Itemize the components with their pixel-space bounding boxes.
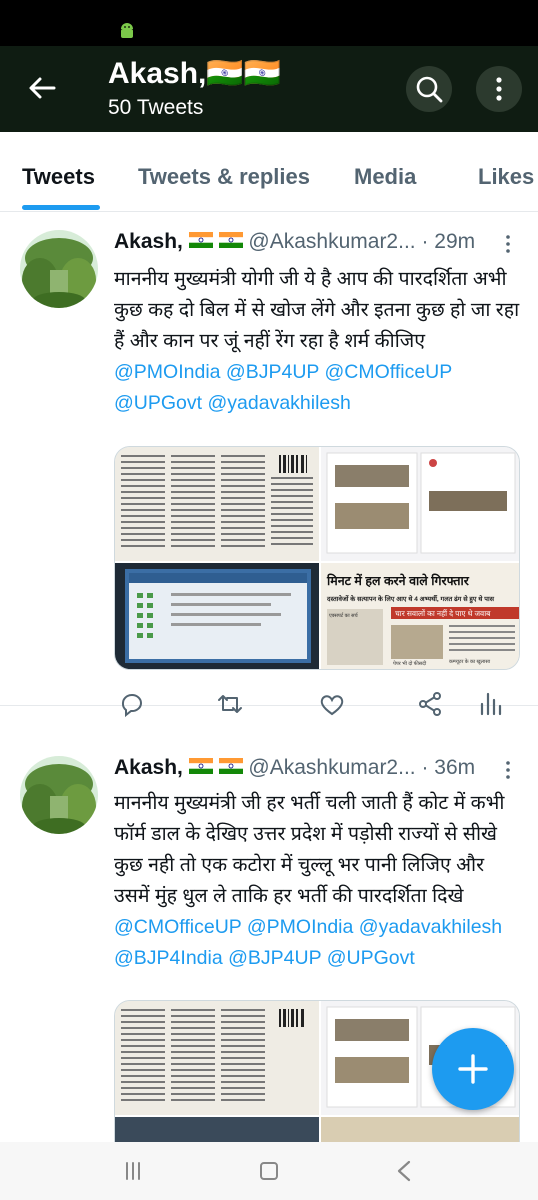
reply-icon[interactable] — [118, 690, 146, 718]
tweet-more-icon[interactable] — [496, 232, 520, 256]
back-button[interactable] — [22, 68, 62, 108]
mention-link[interactable]: @yadavakhilesh — [359, 916, 502, 938]
tweet-time[interactable]: 36m — [434, 756, 475, 779]
tweet-handle[interactable]: @Akashkumar2... — [248, 756, 415, 779]
like-icon[interactable] — [318, 690, 346, 718]
india-flag-icon — [218, 756, 243, 780]
mention-link[interactable]: @BJP4UP — [226, 361, 319, 383]
share-icon[interactable] — [416, 690, 444, 718]
search-icon — [416, 76, 443, 103]
mention-link[interactable]: @PMOIndia — [114, 361, 221, 383]
more-options-button[interactable] — [476, 66, 522, 112]
tab-tweets[interactable]: Tweets — [22, 164, 95, 190]
mention-link[interactable]: @CMOfficeUP — [114, 916, 241, 938]
active-tab-indicator — [22, 205, 100, 210]
india-flag-icon — [188, 230, 213, 254]
search-button[interactable] — [406, 66, 452, 112]
mention-link[interactable]: @UPGovt — [114, 392, 202, 414]
home-icon[interactable] — [254, 1156, 284, 1186]
tweet-header: Akash, @Akashkumar2... · 36m — [114, 756, 476, 780]
newspaper-clippings: मिनट में हल करने वाले गिरफ्तार दस्तावेजो… — [115, 447, 519, 669]
tweet-handle[interactable]: @Akashkumar2... — [248, 230, 415, 253]
avatar[interactable] — [20, 756, 98, 834]
system-nav-bar — [0, 1142, 538, 1200]
small-caption-text: कम्प्यूटर के का खुलासा — [449, 658, 491, 665]
tweet-count: 50 Tweets — [108, 96, 204, 119]
back-nav-icon[interactable] — [390, 1156, 420, 1186]
retweet-icon[interactable] — [216, 690, 244, 718]
status-bar — [0, 0, 538, 46]
mention-link[interactable]: @BJP4UP — [228, 947, 321, 969]
tweet-actions — [114, 690, 514, 720]
red-headline-text: चार सवालों का नहीं दे पाए थे जवाब — [395, 609, 491, 618]
tab-media[interactable]: Media — [354, 164, 416, 190]
profile-name: Akash,🇮🇳🇮🇳 — [108, 57, 282, 90]
tweet[interactable]: Akash, @Akashkumar2... · 29m माननीय मुख्… — [0, 212, 538, 718]
mention-link[interactable]: @CMOfficeUP — [324, 361, 451, 383]
tweet-author-name[interactable]: Akash, — [114, 230, 183, 253]
tweet-text: माननीय मुख्यमंत्री योगी जी ये है आप की प… — [114, 268, 520, 414]
tweet-time[interactable]: 29m — [434, 230, 475, 253]
avatar[interactable] — [20, 230, 98, 308]
compose-tweet-button[interactable] — [432, 1028, 514, 1110]
more-vertical-icon — [496, 77, 502, 101]
analytics-icon[interactable] — [476, 690, 504, 718]
tweet-author-name[interactable]: Akash, — [114, 756, 183, 779]
subheadline-text: दस्तावेजों के सत्यापन के लिए आए थे 4 अभ्… — [326, 595, 495, 604]
india-flag-icon — [188, 756, 213, 780]
android-icon — [121, 23, 133, 38]
mention-link[interactable]: @yadavakhilesh — [208, 392, 351, 414]
profile-tabs: Tweets Tweets & replies Media Likes — [0, 132, 538, 212]
mention-link[interactable]: @BJP4India — [114, 947, 223, 969]
headline-text: मिनट में हल करने वाले गिरफ्तार — [326, 573, 470, 588]
tweet-media-grid[interactable]: मिनट में हल करने वाले गिरफ्तार दस्तावेजो… — [114, 446, 520, 670]
small-caption-text: पेपर भी दो फीसदी — [393, 660, 427, 667]
tweet-header: Akash, @Akashkumar2... · 29m — [114, 230, 476, 254]
tab-tweets-replies[interactable]: Tweets & replies — [138, 164, 310, 190]
mention-link[interactable]: @PMOIndia — [247, 916, 354, 938]
small-caption-text: एक्सपर्ट का सर्च — [329, 612, 359, 619]
back-arrow-icon — [29, 77, 56, 99]
compose-plus-icon — [458, 1054, 488, 1084]
tweet-text: माननीय मुख्यमंत्री जी हर भर्ती चली जाती … — [114, 792, 505, 969]
india-flag-icon — [218, 230, 243, 254]
mention-link[interactable]: @UPGovt — [327, 947, 415, 969]
tweet-more-icon[interactable] — [496, 758, 520, 782]
recent-apps-icon[interactable] — [118, 1156, 148, 1186]
tab-likes[interactable]: Likes — [478, 164, 534, 190]
profile-header: Akash,🇮🇳🇮🇳 50 Tweets — [0, 46, 538, 132]
